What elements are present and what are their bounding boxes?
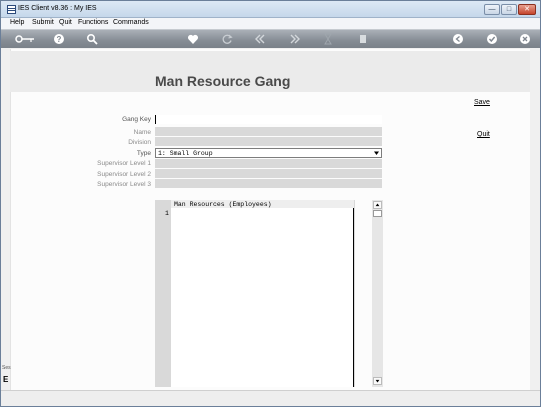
back-circle-icon[interactable] xyxy=(452,33,464,45)
app-window: IES Client v8.36 : My IES — □ ✕ Help Sub… xyxy=(0,0,541,407)
division-label: Division xyxy=(128,139,151,146)
maximize-button[interactable]: □ xyxy=(501,4,517,15)
status-bar xyxy=(1,390,540,406)
gang-key-label: Gang Key xyxy=(122,116,151,123)
hourglass-icon[interactable] xyxy=(322,33,334,45)
supervisor-level-3-label: Supervisor Level 3 xyxy=(97,181,151,188)
heart-icon[interactable] xyxy=(187,33,199,45)
menu-help[interactable]: Help xyxy=(10,19,24,26)
chevron-down-icon[interactable] xyxy=(373,150,380,156)
grid-row-number: 1 xyxy=(165,210,169,217)
type-select-value: 1: Small Group xyxy=(158,150,213,157)
quit-link[interactable]: Quit xyxy=(477,131,490,138)
supervisor-level-2-field[interactable] xyxy=(155,169,382,178)
page-icon[interactable] xyxy=(357,33,369,45)
supervisor-level-1-field[interactable] xyxy=(155,159,382,168)
division-field[interactable] xyxy=(155,137,382,146)
grid-scrollbar[interactable] xyxy=(372,200,383,387)
supervisor-level-3-field[interactable] xyxy=(155,179,382,188)
key-icon[interactable] xyxy=(15,33,35,45)
menu-quit[interactable]: Quit xyxy=(59,19,72,26)
fast-forward-icon[interactable] xyxy=(289,33,301,45)
page-title: Man Resource Gang xyxy=(155,73,291,89)
check-circle-icon[interactable] xyxy=(486,33,498,45)
app-logo-icon xyxy=(7,5,16,14)
rewind-icon[interactable] xyxy=(254,33,266,45)
close-window-button[interactable]: ✕ xyxy=(518,4,536,15)
save-link[interactable]: Save xyxy=(474,99,490,106)
close-circle-icon[interactable] xyxy=(519,33,531,45)
minimize-button[interactable]: — xyxy=(484,4,500,15)
side-stub-text: Ses xyxy=(2,365,11,371)
type-select[interactable]: 1: Small Group xyxy=(155,148,382,158)
type-label: Type xyxy=(136,150,151,157)
side-stub-glyph: E xyxy=(3,375,9,384)
menu-bar: Help Submit Quit Functions Commands xyxy=(1,18,540,29)
supervisor-level-1-label: Supervisor Level 1 xyxy=(97,160,151,167)
menu-functions[interactable]: Functions xyxy=(78,19,108,26)
scroll-down-icon[interactable] xyxy=(373,377,382,385)
help-icon[interactable]: ? xyxy=(53,33,65,45)
toolbar: ? xyxy=(1,29,540,48)
refresh-icon[interactable] xyxy=(221,33,233,45)
name-label: Name xyxy=(133,129,151,136)
scroll-thumb[interactable] xyxy=(373,210,382,217)
side-panel-stub[interactable]: Ses E xyxy=(1,363,11,390)
grid-body[interactable] xyxy=(171,208,354,387)
menu-commands[interactable]: Commands xyxy=(113,19,149,26)
gang-key-input[interactable] xyxy=(155,115,382,124)
scroll-up-icon[interactable] xyxy=(373,201,382,209)
title-bar: IES Client v8.36 : My IES — □ ✕ xyxy=(1,1,540,18)
text-cursor xyxy=(155,115,156,124)
svg-text:?: ? xyxy=(57,35,62,44)
name-field[interactable] xyxy=(155,127,382,136)
window-title: IES Client v8.36 : My IES xyxy=(18,5,97,12)
supervisor-level-2-label: Supervisor Level 2 xyxy=(97,171,151,178)
search-icon[interactable] xyxy=(86,33,98,45)
menu-submit[interactable]: Submit xyxy=(32,19,54,26)
grid-header: Man Resources (Employees) xyxy=(171,200,354,208)
grid-header-label: Man Resources (Employees) xyxy=(174,201,272,208)
